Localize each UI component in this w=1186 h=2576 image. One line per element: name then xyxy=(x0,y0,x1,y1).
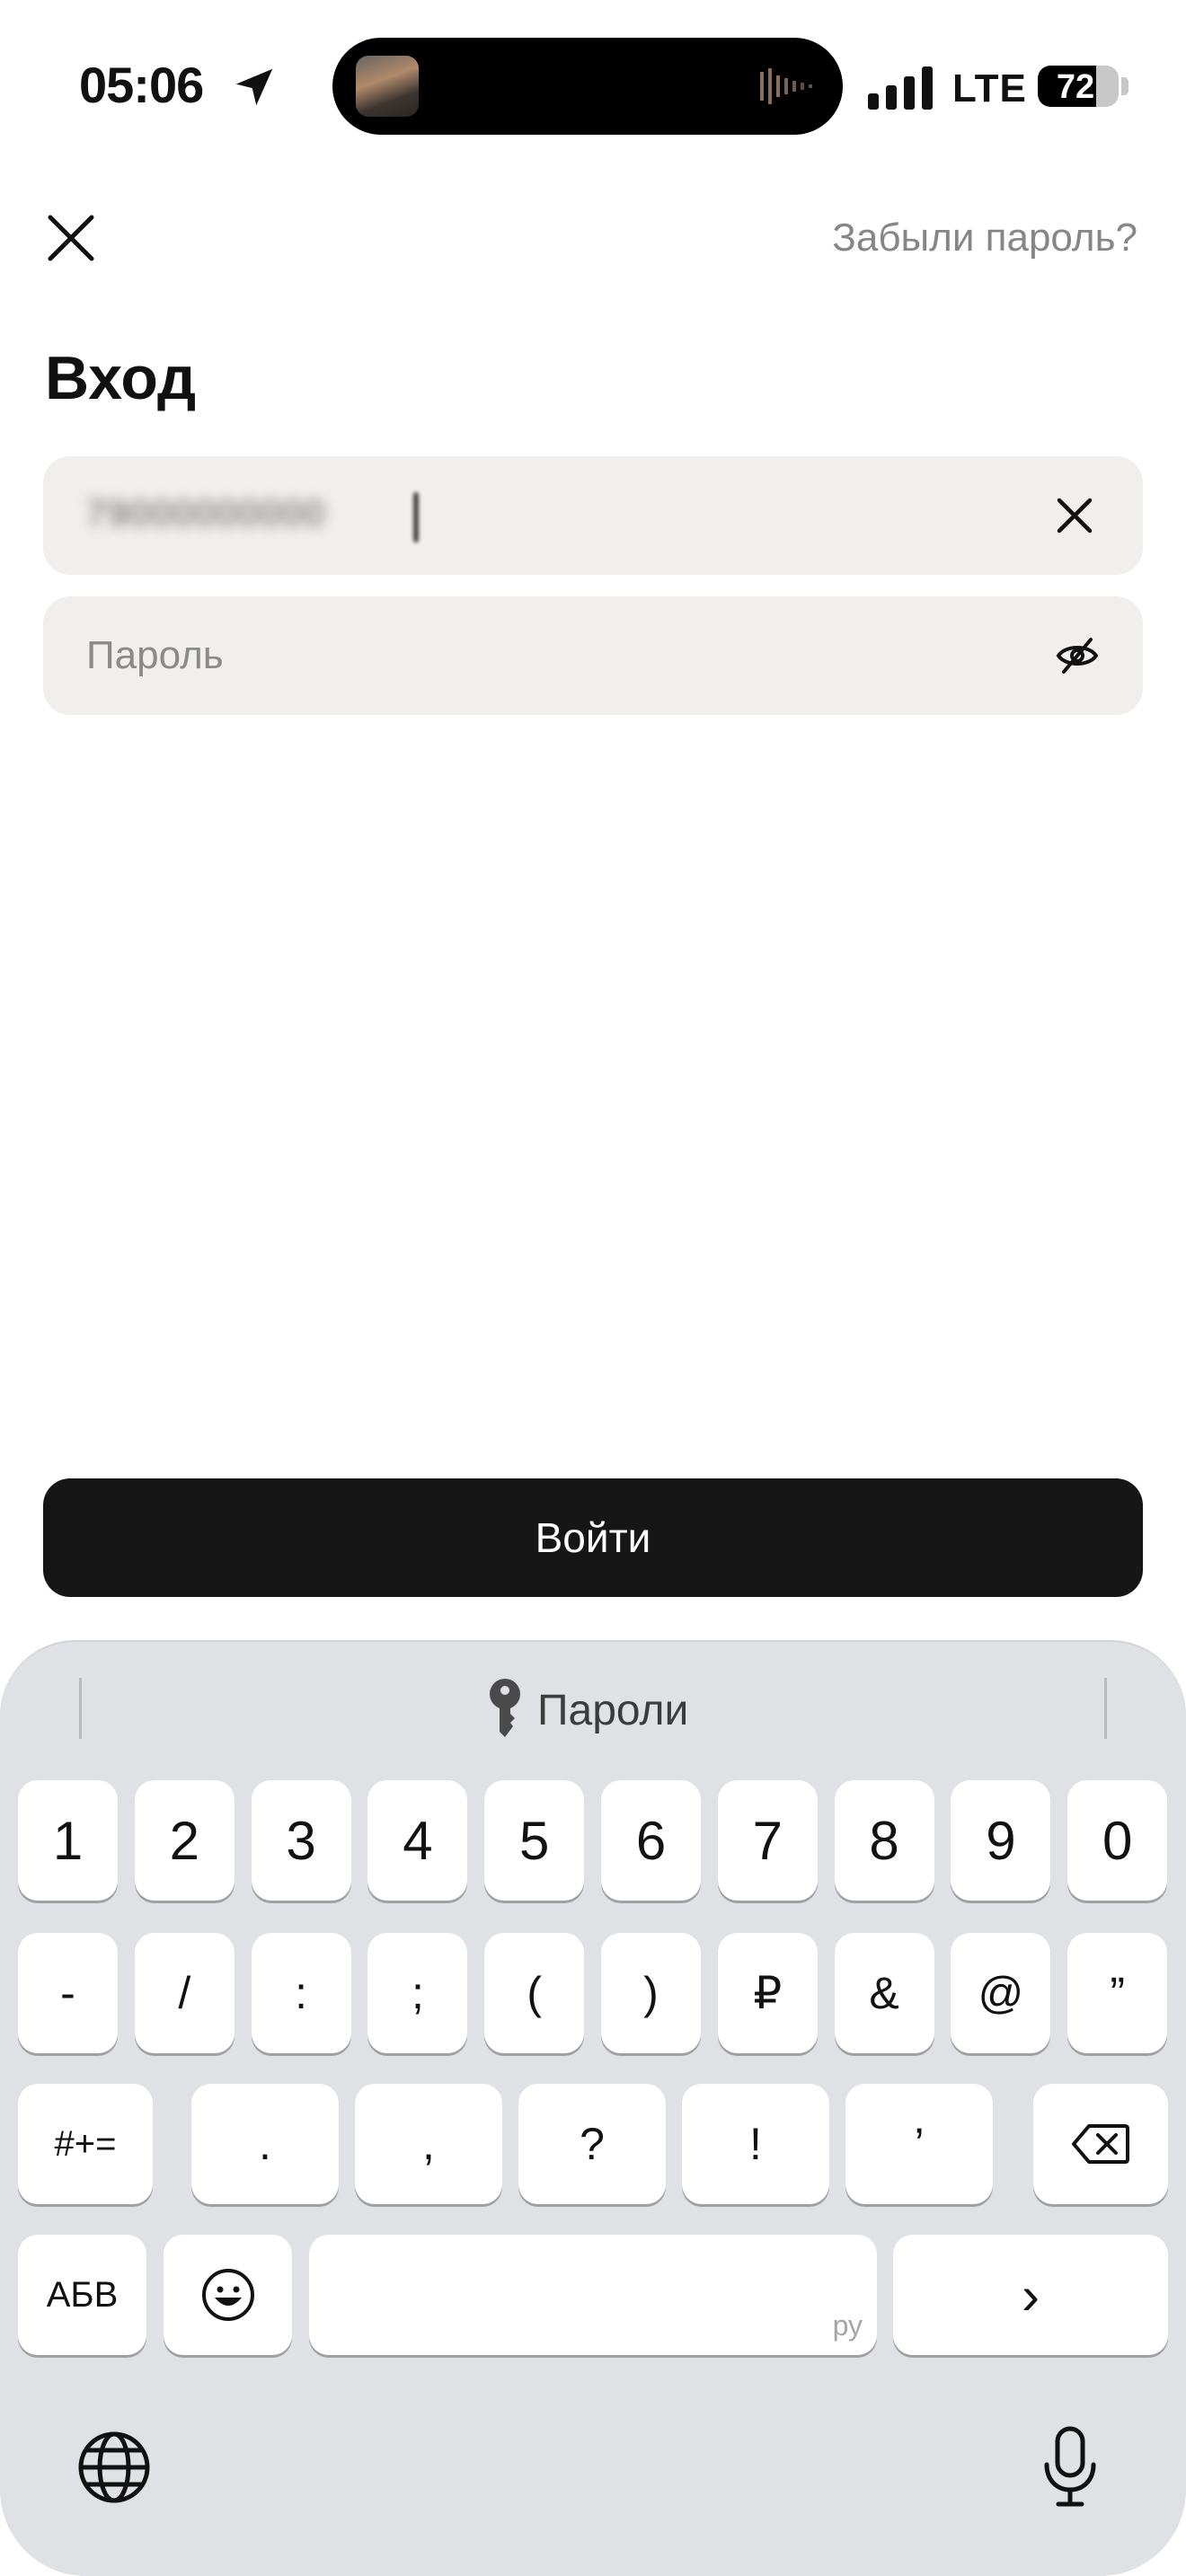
key-0[interactable]: 1 xyxy=(18,1780,118,1901)
key-symbol-7[interactable]: & xyxy=(834,1933,934,2053)
passwords-suggestion[interactable]: Пароли xyxy=(485,1674,688,1746)
key-6[interactable]: 7 xyxy=(717,1780,818,1901)
suggestion-divider xyxy=(1104,1678,1107,1739)
key-symbol-0[interactable]: - xyxy=(18,1933,118,2053)
key-9[interactable]: 0 xyxy=(1067,1780,1168,1901)
key-symbol-4[interactable]: ( xyxy=(484,1933,585,2053)
key-punct-4[interactable]: ’ xyxy=(845,2084,993,2204)
symbols-toggle-key[interactable]: #+= xyxy=(18,2084,153,2204)
clear-icon[interactable] xyxy=(1055,496,1094,535)
signal-bars-icon xyxy=(868,66,933,110)
login-button[interactable]: Войти xyxy=(43,1478,1143,1597)
battery-level: 72 xyxy=(1056,68,1095,106)
key-symbol-3[interactable]: ; xyxy=(367,1933,468,2053)
suggestion-divider xyxy=(79,1678,82,1739)
space-language-hint: ру xyxy=(832,2309,863,2342)
key-symbol-1[interactable]: / xyxy=(134,1933,235,2053)
emoji-key[interactable] xyxy=(164,2235,292,2355)
now-playing-artwork xyxy=(356,56,419,117)
next-key[interactable]: › xyxy=(893,2235,1168,2355)
network-type: LTE xyxy=(952,66,1027,110)
key-symbol-2[interactable]: : xyxy=(251,1933,351,2053)
backspace-key[interactable] xyxy=(1033,2084,1168,2204)
status-time: 05:06 xyxy=(79,57,204,113)
key-symbol-9[interactable]: ” xyxy=(1067,1933,1168,2053)
text-caret xyxy=(413,492,419,543)
key-4[interactable]: 5 xyxy=(484,1780,585,1901)
space-key[interactable]: ру xyxy=(309,2235,877,2355)
key-symbol-6[interactable]: ₽ xyxy=(717,1933,818,2053)
emoji-icon xyxy=(201,2269,254,2321)
close-icon[interactable] xyxy=(45,212,97,264)
audio-waveform-icon xyxy=(760,68,812,104)
passwords-suggestion-label: Пароли xyxy=(537,1686,689,1734)
backspace-icon xyxy=(1072,2124,1129,2164)
key-punct-2[interactable]: ? xyxy=(518,2084,666,2204)
keyboard: Пароли 1 2 3 4 5 6 7 8 9 0 - /:;() ₽ & @” #+=.,?!’ АБВ ру… xyxy=(0,1640,1186,2576)
dynamic-island[interactable] xyxy=(332,38,843,135)
key-symbol-5[interactable]: ) xyxy=(601,1933,701,2053)
key-1[interactable]: 2 xyxy=(134,1780,235,1901)
eye-slash-icon[interactable] xyxy=(1055,634,1100,677)
alphabet-toggle-key[interactable]: АБВ xyxy=(18,2235,146,2355)
battery-cap xyxy=(1121,77,1128,95)
forgot-password-link[interactable]: Забыли пароль? xyxy=(832,216,1137,260)
key-3[interactable]: 4 xyxy=(367,1780,468,1901)
password-input[interactable] xyxy=(86,629,985,683)
battery-icon: 72 xyxy=(1038,66,1119,107)
globe-icon[interactable] xyxy=(77,2430,151,2504)
key-8[interactable]: 9 xyxy=(951,1780,1051,1901)
login-field[interactable]: 79000000000 xyxy=(43,456,1143,575)
login-value-text: 79000000000 xyxy=(86,494,326,534)
key-2[interactable]: 3 xyxy=(251,1780,351,1901)
login-screen: 05:06 LTE 72 Забыли пароль? Вход 7 900000… xyxy=(0,0,1186,2576)
microphone-icon[interactable] xyxy=(1042,2425,1098,2508)
login-value[interactable]: 79000000000 xyxy=(86,492,419,543)
key-punct-1[interactable]: , xyxy=(355,2084,502,2204)
key-punct-0[interactable]: . xyxy=(191,2084,339,2204)
key-punct-3[interactable]: ! xyxy=(682,2084,829,2204)
page-title: Вход xyxy=(45,344,197,412)
key-5[interactable]: 6 xyxy=(601,1780,701,1901)
key-symbol-8[interactable]: @ xyxy=(951,1933,1051,2053)
key-7[interactable]: 8 xyxy=(834,1780,934,1901)
password-field[interactable] xyxy=(43,596,1143,715)
key-icon xyxy=(490,1679,520,1737)
location-arrow-icon xyxy=(235,68,273,106)
